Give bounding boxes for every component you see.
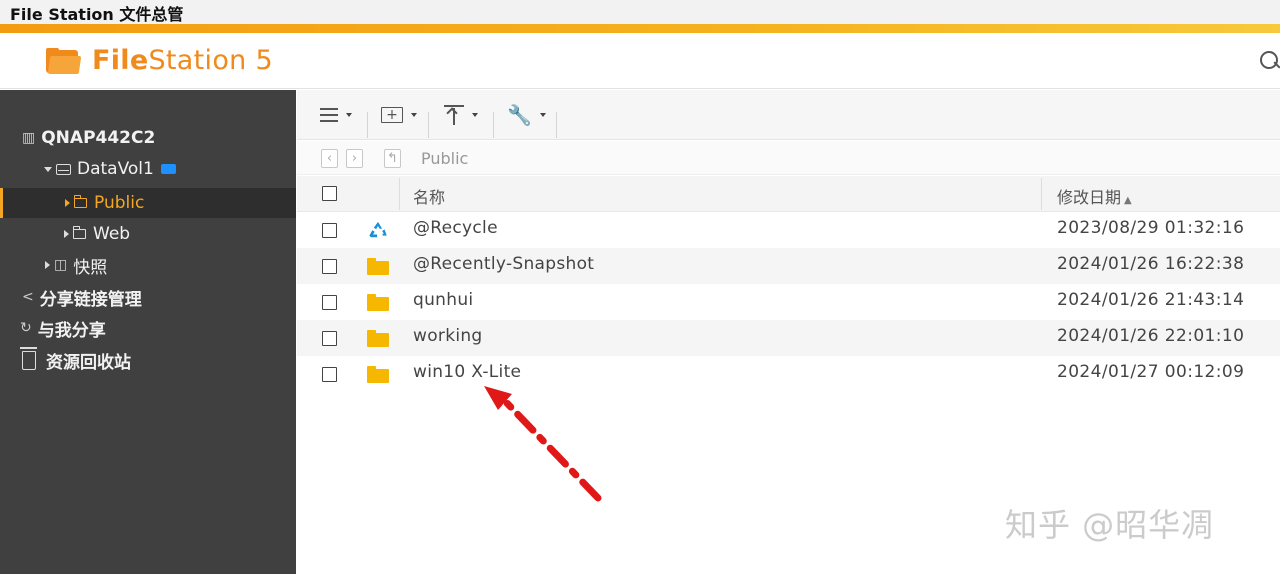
new-folder-button[interactable]: + (381, 101, 417, 129)
return-icon: ↰ (387, 151, 398, 166)
chevron-down-icon (539, 113, 546, 117)
volume-badge-icon (160, 164, 176, 174)
row-checkbox[interactable] (322, 259, 337, 274)
folder-icon (367, 330, 389, 347)
toolbar: + 🔧 (297, 90, 1280, 140)
upload-icon (444, 105, 464, 125)
file-modified-date: 2024/01/27 00:12:09 (1057, 362, 1245, 382)
wrench-icon: 🔧 (507, 103, 532, 127)
file-name: working (413, 326, 483, 346)
file-modified-date: 2024/01/26 21:43:14 (1057, 290, 1245, 310)
table-row[interactable]: @Recycle 2023/08/29 01:32:16 (297, 212, 1280, 248)
sidebar-item-label: 资源回收站 (46, 352, 131, 373)
sidebar-item-label: 与我分享 (37, 320, 106, 341)
file-modified-date: 2024/01/26 16:22:38 (1057, 254, 1245, 274)
tools-button[interactable]: 🔧 (507, 101, 546, 129)
forward-button[interactable]: › (346, 149, 363, 168)
upload-button[interactable] (444, 101, 478, 129)
table-row[interactable]: working 2024/01/26 22:01:10 (297, 320, 1280, 356)
window-titlebar: File Station 文件总管 (0, 0, 1280, 24)
chevron-down-icon (472, 113, 478, 117)
table-row[interactable]: win10 X-Lite 2024/01/27 00:12:09 (297, 356, 1280, 392)
expand-arrow-icon[interactable] (45, 261, 50, 269)
chevron-left-icon: ‹ (326, 151, 333, 166)
app-header: FileStation 5 (0, 33, 1280, 89)
expand-arrow-icon[interactable] (64, 230, 69, 238)
app-logo-text: FileStation 5 (92, 45, 273, 76)
folder-icon (367, 366, 389, 383)
nas-server-icon: ▥ (22, 130, 36, 146)
folder-icon (367, 294, 389, 311)
expand-arrow-icon[interactable] (65, 199, 70, 207)
sidebar-item-web[interactable]: Web (0, 219, 296, 249)
file-name: @Recycle (413, 218, 498, 238)
chevron-down-icon (411, 113, 417, 117)
table-row[interactable]: qunhui 2024/01/26 21:43:14 (297, 284, 1280, 320)
file-name: win10 X-Lite (413, 362, 522, 382)
row-checkbox[interactable] (322, 367, 337, 382)
filestation-folder-icon (46, 47, 82, 74)
folder-icon (367, 258, 389, 275)
app-logo: FileStation 5 (46, 45, 273, 76)
sidebar-item-shared-with-me[interactable]: ↻ 与我分享 (0, 313, 296, 343)
sidebar-item-datavol1[interactable]: DataVol1 (0, 154, 296, 184)
chevron-down-icon (346, 113, 352, 117)
current-path: Public (421, 149, 469, 168)
sidebar-item-label: 分享链接管理 (39, 289, 142, 310)
snapshot-icon: ◫ (54, 257, 68, 273)
path-bar: ‹ › ↰ Public (297, 141, 1280, 175)
toolbar-divider (556, 112, 557, 138)
column-divider (1041, 178, 1042, 210)
column-header-name[interactable]: 名称 (413, 184, 445, 208)
file-modified-date: 2024/01/26 22:01:10 (1057, 326, 1245, 346)
volume-icon (56, 163, 71, 175)
table-row[interactable]: @Recently-Snapshot 2024/01/26 16:22:38 (297, 248, 1280, 284)
sidebar-item-label: 快照 (73, 257, 108, 278)
new-folder-icon: + (381, 107, 403, 123)
toolbar-divider (367, 112, 368, 138)
window-title: File Station 文件总管 (10, 5, 184, 24)
column-header-label: 修改日期 (1057, 188, 1122, 207)
folder-icon (73, 226, 86, 239)
sidebar-item-label: Web (93, 224, 131, 244)
select-all-checkbox[interactable] (322, 186, 337, 201)
view-mode-button[interactable] (320, 101, 352, 129)
row-checkbox[interactable] (322, 331, 337, 346)
sidebar-item-share-links[interactable]: < 分享链接管理 (0, 282, 296, 312)
sidebar-item-label: Public (94, 193, 145, 213)
folder-icon (74, 195, 87, 208)
sidebar: ▥ QNAP442C2 DataVol1 Public Web ◫ 快照 < 分… (0, 90, 296, 574)
search-icon[interactable] (1258, 49, 1280, 73)
sidebar-item-public[interactable]: Public (0, 188, 296, 218)
file-modified-date: 2023/08/29 01:32:16 (1057, 218, 1245, 238)
trash-icon (20, 346, 37, 370)
row-checkbox[interactable] (322, 295, 337, 310)
expand-arrow-icon[interactable] (44, 166, 52, 172)
accent-bar (0, 24, 1280, 33)
column-divider (399, 178, 400, 210)
sidebar-item-snapshot[interactable]: ◫ 快照 (0, 250, 296, 280)
recycle-icon (369, 221, 387, 238)
shared-with-me-icon: ↻ (20, 320, 32, 336)
table-header: 名称 修改日期 ▲ (297, 176, 1280, 212)
chevron-right-icon: › (351, 151, 358, 166)
sidebar-item-qnap442c2[interactable]: ▥ QNAP442C2 (0, 123, 296, 153)
sidebar-item-recycle-bin[interactable]: 资源回收站 (0, 345, 296, 375)
file-name: @Recently-Snapshot (413, 254, 595, 274)
toolbar-divider (428, 112, 429, 138)
list-view-icon (320, 108, 338, 122)
sidebar-item-label: QNAP442C2 (41, 128, 156, 148)
share-icon: < (22, 289, 34, 305)
toolbar-divider (493, 112, 494, 138)
file-name: qunhui (413, 290, 474, 310)
sort-asc-icon: ▲ (1124, 195, 1132, 206)
column-header-modified[interactable]: 修改日期 ▲ (1057, 184, 1132, 208)
row-checkbox[interactable] (322, 223, 337, 238)
back-button[interactable]: ‹ (321, 149, 338, 168)
parent-folder-button[interactable]: ↰ (384, 149, 401, 168)
sidebar-item-label: DataVol1 (77, 159, 154, 179)
watermark: 知乎 @昭华凋 (1005, 506, 1215, 544)
